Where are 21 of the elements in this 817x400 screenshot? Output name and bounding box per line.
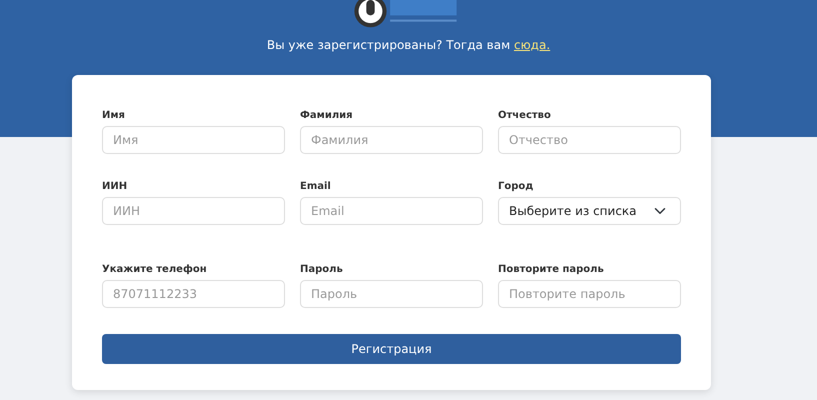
input-field[interactable]: 87071112233 (102, 280, 285, 308)
field-label: Фамилия (300, 109, 353, 123)
field-label: Пароль (300, 263, 343, 277)
input-field[interactable]: Пароль (300, 280, 483, 308)
login-link[interactable]: сюда. (514, 38, 550, 52)
field-label: Город (498, 180, 534, 194)
field-label: Email (300, 180, 331, 194)
input-field[interactable]: Фамилия (300, 126, 483, 154)
field-label: Отчество (498, 109, 551, 123)
input-field[interactable]: Email (300, 197, 483, 225)
field-label: Повторите пароль (498, 263, 604, 277)
input-field[interactable]: Отчество (498, 126, 681, 154)
field-label: Имя (102, 109, 125, 123)
city-select[interactable]: Выберите из списка (498, 197, 681, 225)
input-field[interactable]: Имя (102, 126, 285, 154)
register-button[interactable]: Регистрация (102, 334, 681, 364)
field-label: Укажите телефон (102, 263, 207, 277)
field-label: ИИН (102, 180, 128, 194)
login-prompt: Вы уже зарегистрированы? Тогда вам сюда. (266, 37, 552, 54)
input-field[interactable]: Повторите пароль (498, 280, 681, 308)
input-field[interactable]: ИИН (102, 197, 285, 225)
